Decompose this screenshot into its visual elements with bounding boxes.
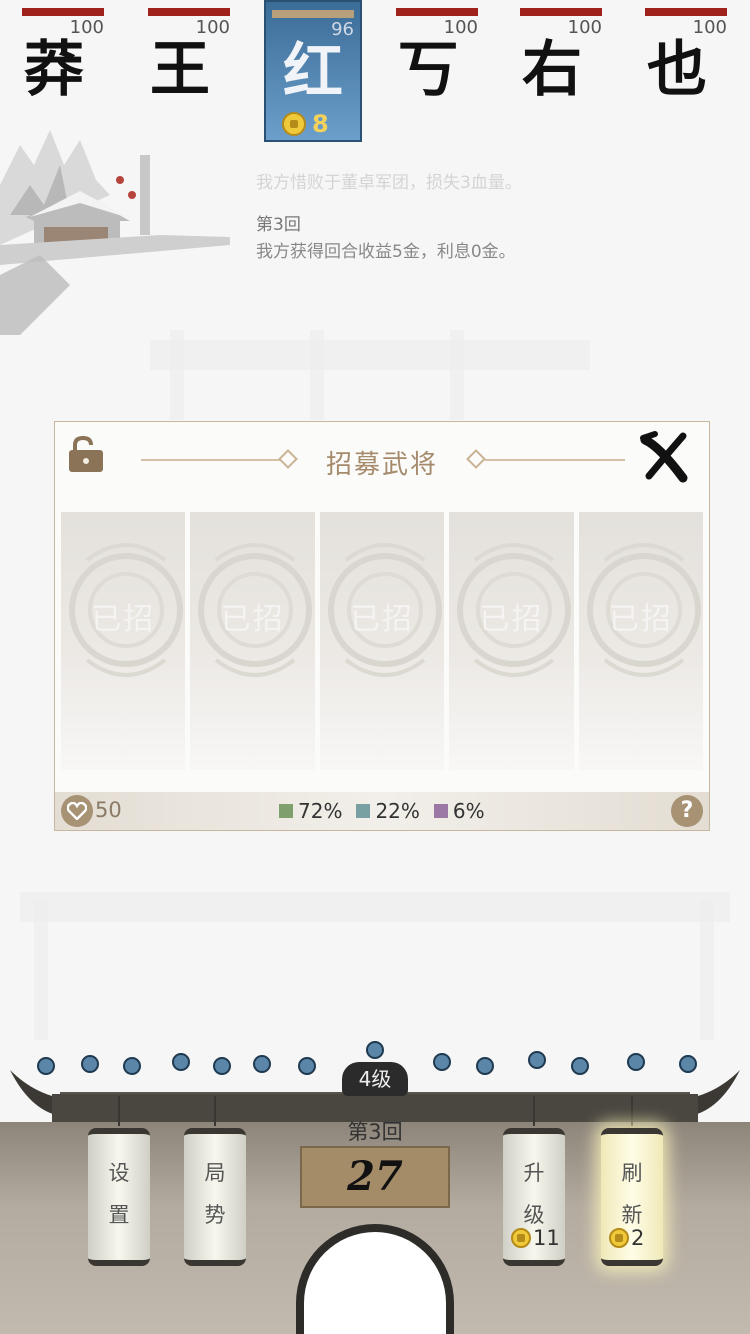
player-slot-active[interactable]: 96 红 8 [264,0,362,142]
recruit-card[interactable]: 已招 [61,512,186,770]
rate-common: 72% [279,799,342,823]
player-slot[interactable]: 100 莽 [0,0,108,142]
dialog-header: 招募武将 [55,422,709,502]
player-name: 红 [283,37,343,107]
hp-bar [396,8,478,16]
countdown-timer: 27 [300,1146,450,1208]
rate-swatch [356,804,371,818]
snow-landscape-illustration [0,130,230,335]
refresh-button[interactable]: 刷 新 2 [601,1128,663,1266]
recruit-dialog: 招募武将 已招 已招 已招 已招 已招 50 72% 22% 6% ? [54,421,710,831]
rate-value: 72% [298,799,343,823]
bg-beam [150,340,590,370]
log-line-faded: 我方惜败于董卓军团，损失3血量。 [256,173,522,192]
close-icon[interactable] [639,430,693,484]
recruit-card-list: 已招 已招 已招 已招 已招 [61,512,704,770]
round-label: 第3回 [347,1120,403,1144]
player-name: 也 [647,35,707,105]
upgrade-label: 升 级 [503,1134,565,1236]
player-bar: 100 莽 100 王 96 红 8 100 丂 100 右 100 也 [0,0,750,142]
log-line: 我方获得回合收益5金，利息0金。 [256,242,516,262]
rate-swatch [433,804,448,818]
bg-beam [310,330,324,420]
settings-button[interactable]: 设 置 [88,1128,150,1266]
hp-bar [22,8,104,16]
heart-value: 50 [95,798,122,822]
lantern-cord [118,1096,120,1126]
dialog-footer: 50 72% 22% 6% ? [55,792,709,830]
player-slot[interactable]: 100 王 [126,0,234,142]
rate-value: 22% [375,799,420,823]
refresh-char: 刷 [621,1161,643,1185]
heart-icon [61,795,93,827]
title-rule [485,459,625,461]
hp-bar [520,8,602,16]
gold-value: 8 [312,110,329,138]
situation-button[interactable]: 局 势 [184,1128,246,1266]
lantern-cord [214,1096,216,1126]
refresh-cost: 2 [609,1226,644,1250]
settings-char: 设 [108,1161,130,1185]
player-name: 莽 [24,35,84,105]
upgrade-char: 升 [523,1161,545,1185]
situation-char: 局 [204,1161,226,1185]
rate-value: 6% [452,799,485,823]
upgrade-button[interactable]: 升 级 11 [503,1128,565,1266]
player-slot[interactable]: 100 也 [623,0,731,142]
lantern-cord [533,1096,535,1126]
card-status: 已招 [608,602,673,637]
lantern-cord [631,1096,633,1126]
settings-char: 置 [108,1203,130,1227]
level-badge: 4级 [342,1062,408,1096]
recruit-card[interactable]: 已招 [190,512,315,770]
rarity-rates: 72% 22% 6% [279,799,485,823]
situation-label: 局 势 [184,1134,246,1236]
coin-icon [609,1228,629,1248]
player-gold: 8 [282,110,329,138]
help-button[interactable]: ? [671,795,703,827]
settings-label: 设 置 [88,1134,150,1236]
recruit-card[interactable]: 已招 [578,512,704,770]
recruit-card[interactable]: 已招 [449,512,574,770]
dialog-title: 招募武将 [325,450,438,480]
player-slot[interactable]: 100 右 [498,0,606,142]
player-name: 右 [522,35,582,105]
player-name: 丂 [398,35,458,105]
refresh-label: 刷 新 [601,1134,663,1236]
log-round: 第3回 [256,215,301,235]
bg-beam [20,892,730,922]
refresh-cost-value: 2 [631,1226,645,1250]
rate-epic: 6% [433,799,485,823]
hp-bar [645,8,727,16]
card-status: 已招 [350,602,415,637]
battle-log: 我方惜败于董卓军团，损失3血量。 第3回 我方获得回合收益5金，利息0金。 [256,168,726,262]
bg-beam [700,900,714,1040]
hp-bar [272,10,354,18]
card-status: 已招 [91,602,156,637]
bg-beam [170,330,184,420]
bg-beam [34,900,48,1040]
recruit-card[interactable]: 已招 [319,512,445,770]
hp-bar [148,8,230,16]
player-slot[interactable]: 100 丂 [374,0,482,142]
upgrade-cost-value: 11 [533,1226,560,1250]
coin-icon [511,1228,531,1248]
upgrade-cost: 11 [511,1226,560,1250]
player-name: 王 [150,35,210,105]
situation-char: 势 [204,1203,226,1227]
card-status: 已招 [220,602,285,637]
rate-rare: 22% [356,799,420,823]
bg-beam [450,330,464,420]
rate-swatch [279,804,293,818]
card-status: 已招 [479,602,544,637]
coin-icon [282,112,306,136]
